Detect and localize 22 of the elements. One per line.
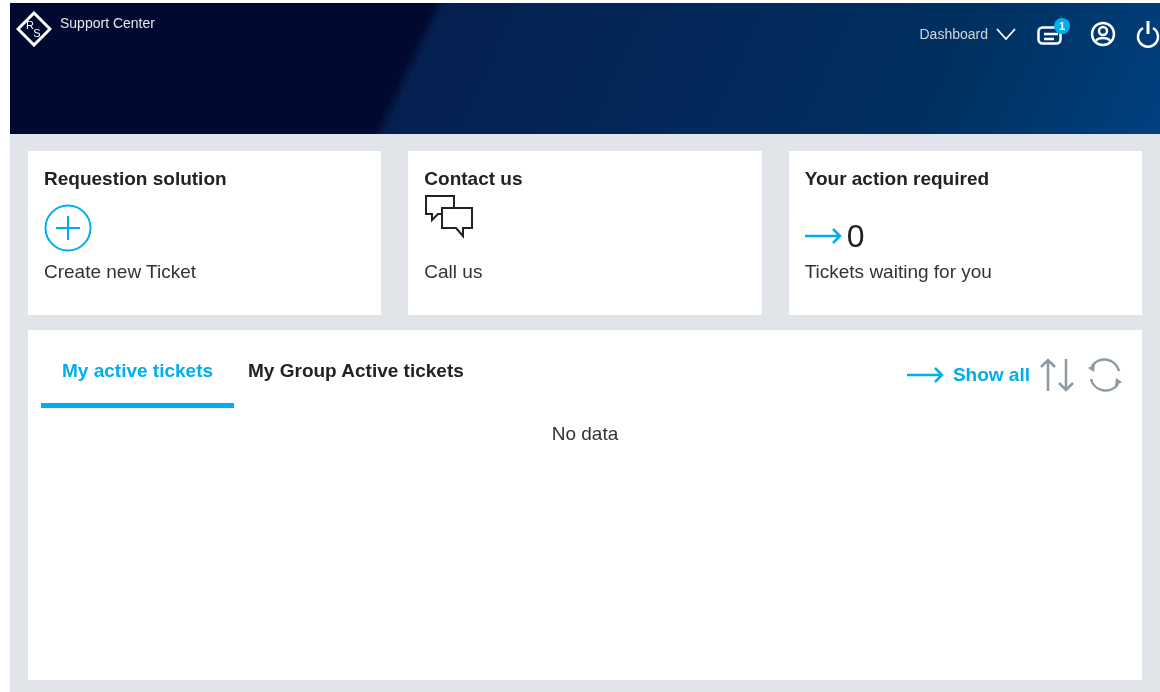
- card[interactable]: Requestion solution Create new Ticket: [28, 151, 382, 315]
- card-title: Your action required: [804, 167, 991, 191]
- dashboard-dropdown[interactable]: Dashboard: [919, 23, 1016, 45]
- app-title: Support Center: [60, 13, 155, 33]
- chevron-down-icon: [996, 28, 1016, 40]
- card-label: Call us: [424, 259, 484, 284]
- count-value: 0: [846, 219, 865, 252]
- empty-message: No data: [550, 422, 620, 446]
- arrow-right-icon: [804, 227, 843, 244]
- refresh-icon[interactable]: [1086, 356, 1124, 394]
- card-label: Tickets waiting for you: [804, 259, 993, 284]
- card[interactable]: Contact us Call us: [408, 151, 762, 315]
- card-title: Contact us: [424, 167, 524, 191]
- power-icon[interactable]: [1136, 19, 1160, 49]
- card[interactable]: Your action required 0 Tickets waiting for you: [788, 151, 1142, 315]
- user-icon[interactable]: [1090, 21, 1116, 47]
- tab[interactable]: My Group Active tickets: [234, 356, 478, 408]
- arrow-right-icon: [906, 367, 945, 383]
- logo-icon[interactable]: R S: [16, 11, 52, 47]
- card-title: Requestion solution: [44, 167, 228, 191]
- notification-badge: 1: [1054, 18, 1070, 34]
- card-label: Create new Ticket: [44, 259, 198, 284]
